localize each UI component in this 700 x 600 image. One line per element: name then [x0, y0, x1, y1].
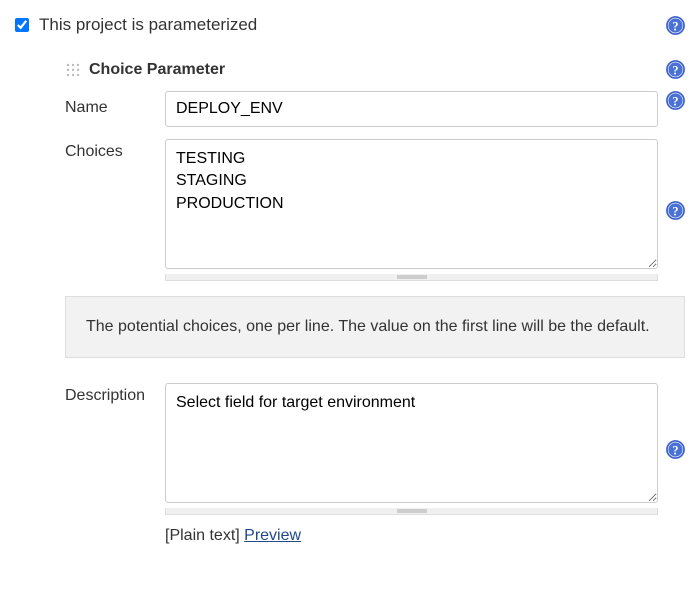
description-help-wrap: ? [658, 440, 685, 459]
choice-parameter-block: Choice Parameter ? Name ? Choices TESTIN… [65, 60, 685, 545]
resize-bar[interactable] [165, 274, 658, 281]
help-icon[interactable]: ? [666, 440, 685, 459]
help-icon[interactable]: ? [666, 201, 685, 220]
description-row: Description Select field for target envi… [65, 383, 685, 515]
param-heading: Choice Parameter [89, 61, 225, 79]
description-textarea[interactable]: Select field for target environment [165, 383, 658, 503]
parameterized-checkbox[interactable] [15, 18, 29, 32]
name-input-wrap [165, 91, 658, 127]
svg-text:?: ? [672, 443, 678, 457]
description-label: Description [65, 383, 165, 405]
drag-handle-icon[interactable] [65, 62, 81, 78]
choices-help-box: The potential choices, one per line. The… [65, 296, 685, 358]
choices-textarea[interactable]: TESTING STAGING PRODUCTION [165, 139, 658, 269]
svg-text:?: ? [672, 63, 678, 77]
svg-text:?: ? [672, 204, 678, 218]
parameterized-label[interactable]: This project is parameterized [39, 15, 257, 35]
param-header-row: Choice Parameter ? [65, 60, 685, 79]
param-header-left: Choice Parameter [65, 61, 225, 79]
help-icon[interactable]: ? [666, 60, 685, 79]
description-input-wrap: Select field for target environment [165, 383, 658, 515]
name-input[interactable] [165, 91, 658, 127]
format-label: [Plain text] [165, 527, 240, 544]
format-row: [Plain text] Preview [165, 527, 685, 545]
svg-text:?: ? [672, 19, 678, 33]
choices-row: Choices TESTING STAGING PRODUCTION ? [65, 139, 685, 281]
help-icon[interactable]: ? [666, 91, 685, 110]
name-row: Name ? [65, 91, 685, 127]
choices-input-wrap: TESTING STAGING PRODUCTION [165, 139, 658, 281]
name-label: Name [65, 91, 165, 117]
resize-bar[interactable] [165, 508, 658, 515]
name-help-wrap: ? [658, 91, 685, 110]
svg-text:?: ? [672, 94, 678, 108]
choices-label: Choices [65, 139, 165, 161]
parameterized-row: This project is parameterized ? [15, 15, 685, 35]
parameterized-left: This project is parameterized [15, 15, 257, 35]
choices-help-wrap: ? [658, 201, 685, 220]
preview-link[interactable]: Preview [244, 527, 301, 544]
help-icon[interactable]: ? [666, 16, 685, 35]
